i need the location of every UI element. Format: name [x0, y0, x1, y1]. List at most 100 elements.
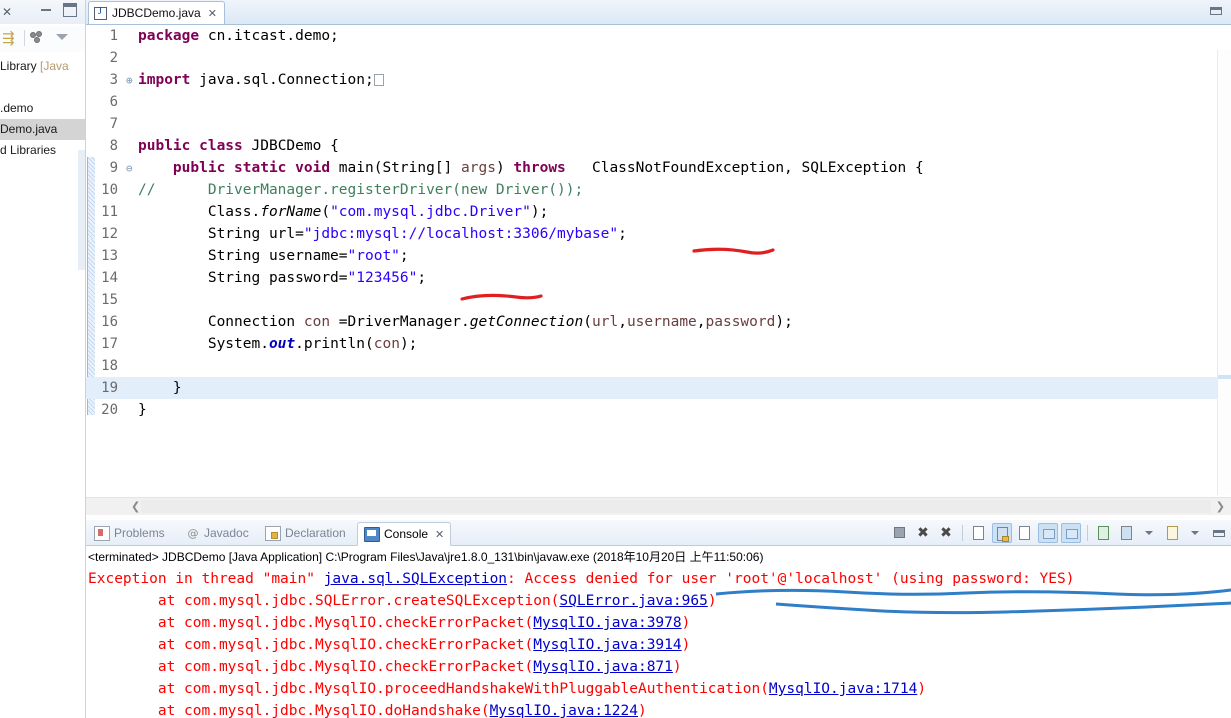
tab-declaration[interactable]: Declaration — [259, 522, 352, 544]
sort-icon[interactable]: ⇶ — [2, 29, 20, 47]
editor-horizontal-scrollbar[interactable]: ❮ ❯ — [86, 497, 1231, 515]
tab-javadoc[interactable]: @ Javadoc — [180, 522, 255, 544]
tree-item-referenced-libraries[interactable]: d Libraries — [0, 140, 85, 161]
console-text: at com.mysql.jdbc.MysqlIO.doHandshake( — [88, 703, 490, 718]
line-number: 18 — [101, 358, 118, 374]
code-text: System.out.println(con); — [207, 336, 418, 352]
explorer-tabstrip: ✕ — [0, 0, 85, 24]
scroll-lock-button[interactable] — [992, 523, 1012, 543]
editor-tab-jdbcdemo[interactable]: JDBCDemo.java ✕ — [88, 1, 225, 24]
show-console-on-output-button[interactable] — [1038, 523, 1058, 543]
scroll-left-icon[interactable]: ❮ — [131, 500, 140, 513]
explorer-toolbar: ⇶ — [0, 26, 85, 52]
package-explorer-panel: ✕ ⇶ Library [Java .demo Demo.java d Libr… — [0, 0, 86, 718]
line-number: 9 — [109, 160, 118, 176]
line-annotation[interactable]: ⊕ — [126, 70, 138, 92]
code-line: 12 String url="jdbc:mysql://localhost:33… — [86, 223, 1231, 245]
javadoc-icon: @ — [187, 526, 199, 540]
line-number: 11 — [101, 204, 118, 220]
close-icon[interactable]: ✕ — [435, 528, 444, 541]
line-number: 10 — [101, 182, 118, 198]
code-text: String password="123456"; — [207, 270, 427, 286]
line-number: 17 — [101, 336, 118, 352]
stacktrace-link[interactable]: MysqlIO.java:1714 — [769, 681, 917, 697]
scrollbar-track[interactable] — [141, 500, 1211, 513]
tree-item-dim: [Java — [40, 59, 69, 73]
code-line: 6 — [86, 91, 1231, 113]
close-icon[interactable]: ✕ — [208, 7, 217, 20]
display-selected-console-dropdown[interactable] — [1140, 523, 1160, 543]
console-line: Exception in thread "main" java.sql.SQLE… — [86, 568, 1231, 590]
console-launch-line: <terminated> JDBCDemo [Java Application]… — [88, 550, 764, 564]
link-icon[interactable] — [30, 31, 46, 45]
line-number: 16 — [101, 314, 118, 330]
console-text: Exception in thread "main" — [88, 571, 324, 587]
minimize-icon[interactable] — [40, 5, 54, 16]
tree-item-blank — [0, 77, 85, 98]
console-text: at com.mysql.jdbc.MysqlIO.proceedHandsha… — [88, 681, 769, 697]
code-text: package cn.itcast.demo; — [138, 28, 339, 44]
maximize-icon[interactable] — [63, 3, 77, 17]
restore-window-icon[interactable] — [1209, 5, 1225, 17]
terminate-button[interactable] — [890, 523, 910, 543]
tab-label: Console — [384, 527, 429, 541]
stacktrace-link[interactable]: MysqlIO.java:3914 — [533, 637, 681, 653]
code-editor[interactable]: 1 package cn.itcast.demo; 2 3 ⊕ import java… — [86, 25, 1231, 495]
console-line: at com.mysql.jdbc.MysqlIO.doHandshake(My… — [86, 700, 1231, 718]
editor-tabstrip: JDBCDemo.java ✕ — [86, 0, 1231, 25]
line-number: 6 — [109, 94, 118, 110]
project-tree: Library [Java .demo Demo.java d Librarie… — [0, 56, 85, 161]
tab-label: Problems — [114, 526, 165, 540]
code-text: } — [172, 380, 182, 396]
stacktrace-link[interactable]: MysqlIO.java:871 — [533, 659, 673, 675]
pin-console-button[interactable] — [1094, 523, 1114, 543]
remove-launch-button[interactable]: ✖ — [913, 523, 933, 543]
console-output[interactable]: Exception in thread "main" java.sql.SQLE… — [86, 568, 1231, 718]
open-console-dropdown[interactable] — [1186, 523, 1206, 543]
console-line: at com.mysql.jdbc.MysqlIO.checkErrorPack… — [86, 634, 1231, 656]
line-number: 20 — [101, 402, 118, 418]
code-line: 10 // DriverManager.registerDriver(new Dr… — [86, 179, 1231, 201]
code-line: 9 ⊖ public static void main(String[] args… — [86, 157, 1231, 179]
clear-console-button[interactable] — [969, 523, 989, 543]
code-text: public class JDBCDemo { — [138, 138, 339, 154]
console-view: Problems @ Javadoc Declaration Console ✕… — [86, 520, 1231, 718]
java-file-icon — [94, 6, 107, 20]
tab-label: Javadoc — [204, 526, 249, 540]
tab-console[interactable]: Console ✕ — [357, 522, 452, 546]
explorer-vertical-scrollbar[interactable] — [78, 150, 85, 270]
code-text: String username="root"; — [207, 248, 409, 264]
console-icon — [364, 526, 380, 542]
console-text: : Access denied for user 'root'@'localho… — [507, 571, 1075, 587]
tab-label: Declaration — [285, 526, 346, 540]
word-wrap-button[interactable] — [1015, 523, 1035, 543]
console-text: ) — [681, 637, 691, 653]
display-selected-console-button[interactable] — [1117, 523, 1137, 543]
view-menu-icon[interactable] — [56, 34, 68, 40]
tree-item-package[interactable]: .demo — [0, 98, 85, 119]
line-number: 15 — [101, 292, 118, 308]
stacktrace-link[interactable]: java.sql.SQLException — [324, 571, 507, 587]
remove-all-terminated-button[interactable]: ✖ — [936, 523, 956, 543]
minimize-button[interactable] — [1209, 523, 1229, 543]
console-text: ) — [637, 703, 647, 718]
editor-overview-ruler[interactable] — [1217, 50, 1231, 495]
stacktrace-link[interactable]: MysqlIO.java:1224 — [490, 703, 638, 718]
show-console-on-error-button[interactable] — [1061, 523, 1081, 543]
tree-item-jdbcdemo-java[interactable]: Demo.java — [0, 119, 85, 140]
console-text: ) — [672, 659, 682, 675]
line-annotation[interactable]: ⊖ — [126, 158, 138, 180]
line-number: 3 — [109, 72, 118, 88]
tab-problems[interactable]: Problems — [88, 522, 171, 544]
open-console-button[interactable] — [1163, 523, 1183, 543]
console-text: at com.mysql.jdbc.MysqlIO.checkErrorPack… — [88, 615, 534, 631]
stacktrace-link[interactable]: SQLError.java:965 — [559, 593, 707, 609]
scroll-right-icon[interactable]: ❯ — [1216, 500, 1225, 513]
code-line: 11 Class.forName("com.mysql.jdbc.Driver"… — [86, 201, 1231, 223]
close-icon[interactable]: ✕ — [2, 5, 12, 19]
stacktrace-link[interactable]: MysqlIO.java:3978 — [533, 615, 681, 631]
console-line: at com.mysql.jdbc.MysqlIO.checkErrorPack… — [86, 656, 1231, 678]
code-line: 20} — [86, 399, 1231, 421]
tree-item-jre-library[interactable]: Library [Java — [0, 56, 85, 77]
